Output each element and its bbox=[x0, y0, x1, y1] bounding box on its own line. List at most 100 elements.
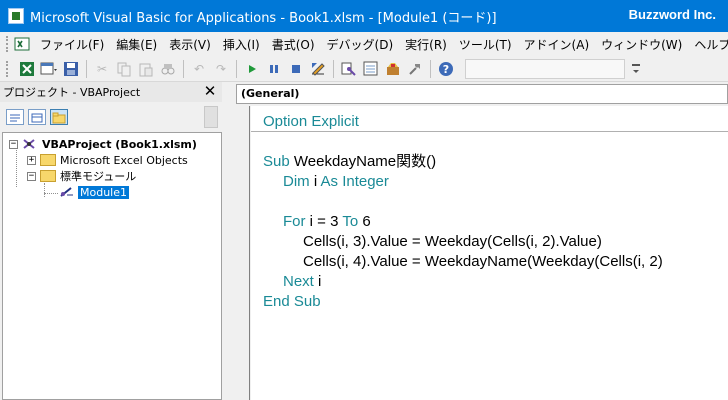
tree-label-root: VBAProject (Book1.xlsm) bbox=[42, 137, 197, 151]
project-pane-header: プロジェクト - VBAProject ✕ bbox=[0, 82, 222, 102]
standard-toolbar: ✂ ↶ ↷ ? bbox=[0, 56, 728, 82]
code-line-1[interactable]: Option Explicit bbox=[263, 112, 359, 132]
break-icon[interactable] bbox=[265, 60, 283, 78]
code-keyword: Dim bbox=[283, 173, 310, 190]
code-keyword: Option Explicit bbox=[263, 113, 359, 130]
view-code-icon[interactable] bbox=[6, 109, 24, 125]
code-line-3[interactable]: Dim i As Integer bbox=[283, 172, 389, 192]
collapse-icon[interactable]: − bbox=[27, 171, 36, 181]
project-tree: − VBAProject (Book1.xlsm) + Microsoft Ex… bbox=[2, 132, 222, 400]
code-text: i = 3 bbox=[305, 213, 343, 230]
pane-splitter[interactable] bbox=[222, 82, 230, 400]
project-explorer-icon[interactable] bbox=[340, 60, 358, 78]
menu-help[interactable]: ヘルプ(H) bbox=[690, 36, 728, 53]
menu-bar: ファイル(F) 編集(E) 表示(V) 挿入(I) 書式(O) デバッグ(D) … bbox=[0, 32, 728, 56]
module-icon bbox=[59, 185, 75, 199]
toolbar-position-field bbox=[465, 58, 625, 79]
menu-insert[interactable]: 挿入(I) bbox=[219, 36, 268, 53]
toolbar-separator bbox=[333, 59, 334, 78]
help-icon[interactable]: ? bbox=[437, 60, 455, 78]
tree-node-module1[interactable]: Module1 bbox=[59, 184, 129, 200]
brand-label: Buzzword Inc. bbox=[628, 7, 716, 22]
object-dropdown[interactable]: (General) bbox=[236, 84, 728, 104]
tree-label-module1: Module1 bbox=[78, 185, 129, 199]
menu-addins[interactable]: アドイン(A) bbox=[520, 36, 598, 53]
code-line-7[interactable]: Next i bbox=[283, 272, 321, 292]
menu-window[interactable]: ウィンドウ(W) bbox=[597, 36, 690, 53]
design-mode-icon[interactable] bbox=[309, 60, 327, 78]
tree-label-standard-modules: 標準モジュール bbox=[60, 170, 137, 183]
save-icon[interactable] bbox=[62, 60, 80, 78]
code-keyword: For bbox=[283, 213, 306, 230]
code-text: Cells(i, 3).Value = Weekday(Cells(i, 2).… bbox=[303, 233, 602, 250]
vba-app-icon bbox=[8, 8, 24, 24]
toolbar-separator bbox=[86, 59, 87, 78]
code-text: i bbox=[313, 273, 322, 290]
menu-format[interactable]: 書式(O) bbox=[268, 36, 323, 53]
code-keyword: To bbox=[342, 213, 359, 230]
menu-debug[interactable]: デバッグ(D) bbox=[323, 36, 402, 53]
code-text: Cells(i, 4).Value = WeekdayName(Weekday(… bbox=[303, 253, 663, 270]
copy-icon[interactable] bbox=[115, 60, 133, 78]
code-text: WeekdayName関数() bbox=[289, 153, 437, 170]
code-keyword: Sub bbox=[263, 153, 290, 170]
code-keyword: As Integer bbox=[320, 173, 389, 190]
menu-tools[interactable]: ツール(T) bbox=[455, 36, 520, 53]
excel-menu-icon[interactable] bbox=[14, 36, 30, 52]
menu-grip[interactable] bbox=[6, 36, 8, 52]
redo-icon[interactable]: ↷ bbox=[212, 60, 230, 78]
toolbar-options-icon[interactable] bbox=[627, 60, 645, 78]
code-keyword: Next bbox=[283, 273, 314, 290]
project-pane-toolbar bbox=[0, 102, 222, 132]
code-line-5[interactable]: Cells(i, 3).Value = Weekday(Cells(i, 2).… bbox=[303, 232, 602, 252]
tree-node-vbaproject[interactable]: − VBAProject (Book1.xlsm) bbox=[9, 136, 197, 152]
code-line-6[interactable]: Cells(i, 4).Value = WeekdayName(Weekday(… bbox=[303, 252, 663, 272]
project-pane-title: プロジェクト - VBAProject bbox=[3, 86, 141, 99]
properties-icon[interactable] bbox=[362, 60, 380, 78]
code-line-8[interactable]: End Sub bbox=[263, 292, 321, 312]
toolbox-icon[interactable] bbox=[406, 60, 424, 78]
folder-icon bbox=[40, 154, 56, 166]
window-title: Microsoft Visual Basic for Applications … bbox=[30, 10, 497, 26]
expand-icon[interactable]: + bbox=[27, 155, 36, 165]
insert-icon[interactable] bbox=[40, 60, 58, 78]
code-text: 6 bbox=[358, 213, 371, 230]
code-line-2[interactable]: Sub WeekdayName関数() bbox=[263, 152, 436, 172]
collapse-icon[interactable]: − bbox=[9, 139, 18, 149]
project-pane-scroll-button[interactable] bbox=[204, 106, 218, 128]
tree-label-excel-objects: Microsoft Excel Objects bbox=[60, 153, 188, 167]
view-object-icon[interactable] bbox=[28, 109, 46, 125]
tree-node-excel-objects[interactable]: + Microsoft Excel Objects bbox=[27, 152, 188, 168]
close-icon[interactable]: ✕ bbox=[202, 83, 218, 99]
code-margin-indicator-bar[interactable] bbox=[230, 106, 250, 400]
toggle-folders-icon[interactable] bbox=[50, 109, 68, 125]
code-line-4[interactable]: For i = 3 To 6 bbox=[283, 212, 371, 232]
code-keyword: End Sub bbox=[263, 293, 321, 310]
code-window-header: (General) bbox=[230, 82, 728, 106]
title-bar: Microsoft Visual Basic for Applications … bbox=[0, 0, 728, 32]
code-text: i bbox=[309, 173, 321, 190]
svg-text:?: ? bbox=[443, 63, 449, 76]
toolbar-grip[interactable] bbox=[6, 60, 10, 77]
toolbar-separator bbox=[430, 59, 431, 78]
menu-run[interactable]: 実行(R) bbox=[401, 36, 455, 53]
menu-view[interactable]: 表示(V) bbox=[165, 36, 219, 53]
object-browser-icon[interactable] bbox=[384, 60, 402, 78]
open-folder-icon bbox=[40, 170, 56, 182]
tree-node-standard-modules[interactable]: − 標準モジュール bbox=[27, 168, 136, 184]
reset-icon[interactable] bbox=[287, 60, 305, 78]
cut-icon[interactable]: ✂ bbox=[93, 60, 111, 78]
tree-connector bbox=[16, 147, 17, 187]
find-icon[interactable] bbox=[159, 60, 177, 78]
toolbar-separator bbox=[236, 59, 237, 78]
undo-icon[interactable]: ↶ bbox=[190, 60, 208, 78]
tree-connector bbox=[44, 183, 45, 197]
code-editor[interactable]: Option Explicit Sub WeekdayName関数() Dim … bbox=[251, 106, 728, 400]
excel-icon[interactable] bbox=[18, 60, 36, 78]
vba-project-icon bbox=[22, 137, 38, 151]
paste-icon[interactable] bbox=[137, 60, 155, 78]
menu-edit[interactable]: 編集(E) bbox=[112, 36, 165, 53]
menu-file[interactable]: ファイル(F) bbox=[36, 36, 112, 53]
toolbar-separator bbox=[183, 59, 184, 78]
run-icon[interactable] bbox=[243, 60, 261, 78]
